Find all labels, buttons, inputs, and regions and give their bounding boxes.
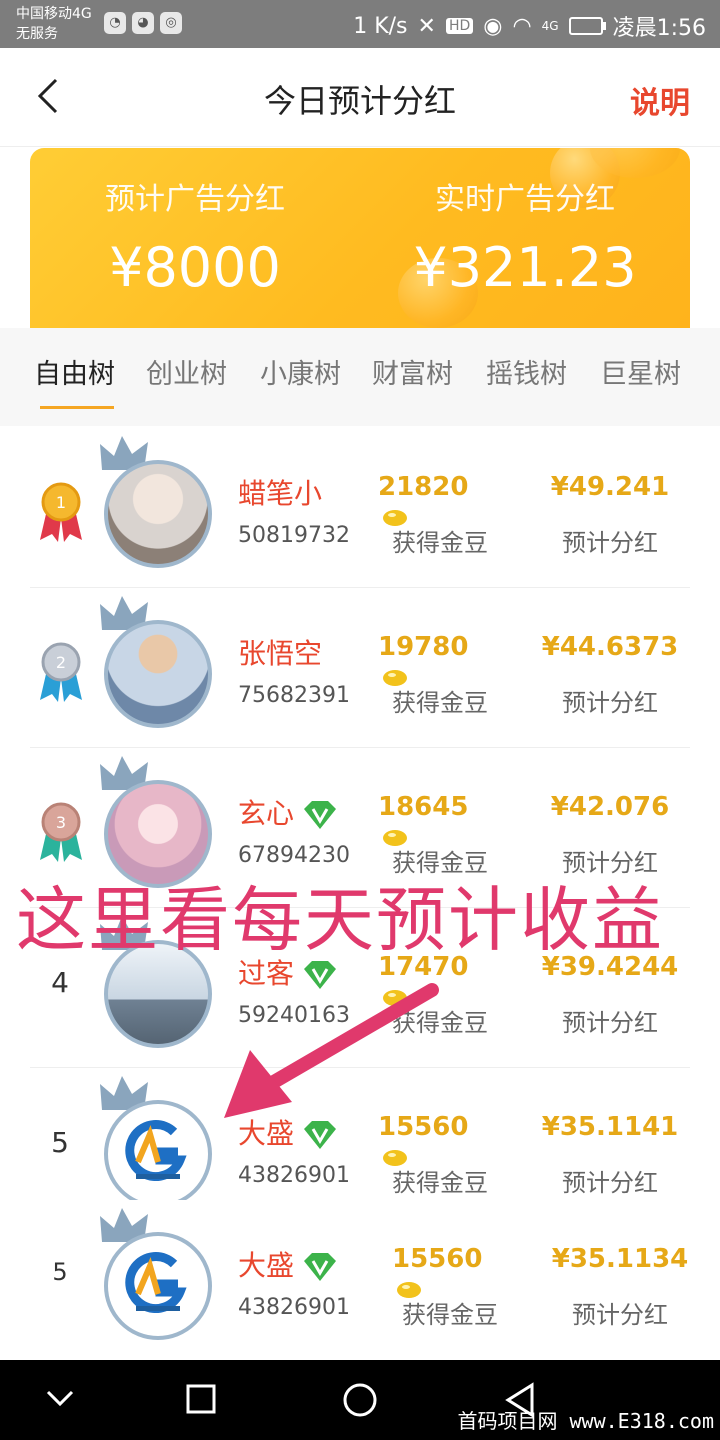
profit-value: ¥35.1141	[541, 1112, 679, 1142]
profit-value: ¥35.1134	[551, 1244, 689, 1274]
user-name: 大盛	[238, 1244, 338, 1284]
tab-star-tree[interactable]: 巨星树	[600, 352, 681, 391]
page-title: 今日预计分红	[263, 82, 456, 120]
avatar[interactable]	[104, 460, 212, 568]
profit-label: 预计分红	[562, 689, 658, 717]
ranking-row[interactable]: 5 大盛 43826901 15560 获得金豆 ¥35.1134 预计分红	[0, 1200, 720, 1360]
silver-medal-icon: 2	[40, 642, 82, 702]
bean-count-value: 21820	[378, 472, 469, 502]
explain-button[interactable]: 说明	[630, 78, 690, 122]
battery-icon	[568, 17, 606, 35]
tab-wealth-tree[interactable]: 财富树	[372, 352, 453, 391]
dividend-summary-banner: 预计广告分红 ¥8000 实时广告分红 ¥321.23	[30, 148, 690, 328]
app-notification-icon: ◎	[160, 12, 182, 34]
tab-startup-tree[interactable]: 创业树	[146, 352, 227, 391]
ranking-row[interactable]: 2 张悟空 75682391 19780 获得金豆 ¥44.6373 预计分红	[0, 588, 720, 748]
svg-text:2: 2	[56, 653, 66, 672]
annotation-text: 这里看每天预计收益	[16, 879, 664, 961]
avatar[interactable]	[104, 1232, 212, 1340]
estimated-dividend: 预计广告分红 ¥8000	[30, 174, 360, 299]
carrier-info: 中国移动4G 无服务	[16, 4, 92, 44]
rank-number: 5	[51, 1126, 69, 1159]
user-id: 43826901	[238, 1295, 350, 1320]
rank-number: 5	[52, 1258, 68, 1286]
user-name: 张悟空	[238, 637, 323, 670]
qq-icon: ◕	[132, 12, 154, 34]
status-right: 1 K/s ✕ HD ◉ ◠ 4G 凌晨1:56	[353, 10, 706, 42]
user-id: 75682391	[238, 683, 350, 708]
vip-diamond-icon	[304, 1253, 337, 1281]
signal-icon: 4G	[541, 19, 559, 33]
estimated-dividend-label: 预计广告分红	[105, 182, 285, 217]
tab-free-tree[interactable]: 自由树	[34, 352, 115, 391]
tab-comfort-tree[interactable]: 小康树	[260, 352, 341, 391]
active-tab-indicator	[40, 406, 114, 409]
estimated-dividend-value: ¥8000	[109, 236, 281, 299]
avatar[interactable]	[104, 620, 212, 728]
system-nav-bar: 首码项目网 www.E318.com	[0, 1360, 720, 1440]
bean-label: 获得金豆	[402, 1301, 498, 1329]
user-name: 蜡笔小	[238, 477, 323, 510]
gold-medal-icon: 1	[40, 482, 82, 542]
profit-label: 预计分红	[572, 1301, 668, 1329]
user-id: 50819732	[238, 523, 350, 548]
nav-header: 今日预计分红 说明	[0, 48, 720, 147]
company-logo-icon	[125, 1252, 187, 1313]
service-label: 无服务	[16, 26, 58, 42]
site-watermark: 首码项目网 www.E318.com	[457, 1409, 714, 1433]
profit-value: ¥42.076	[550, 792, 670, 822]
user-name: 玄心	[238, 792, 338, 832]
user-name-text: 玄心	[238, 797, 295, 830]
svg-text:3: 3	[56, 813, 66, 832]
clock: 凌晨1:56	[612, 16, 706, 41]
home-icon[interactable]	[342, 1382, 378, 1418]
tab-money-tree[interactable]: 摇钱树	[486, 352, 567, 391]
profit-label: 预计分红	[562, 1009, 658, 1037]
rank-number: 4	[51, 966, 69, 999]
company-logo-icon	[125, 1120, 187, 1181]
hd-icon: HD	[445, 18, 474, 34]
realtime-dividend-label: 实时广告分红	[435, 182, 615, 217]
bean-count-value: 15560	[392, 1244, 483, 1274]
mute-icon: ✕	[417, 13, 436, 39]
ranking-row[interactable]: 1 蜡笔小 50819732 21820 获得金豆 ¥49.241 预计分红	[0, 428, 720, 588]
vip-diamond-icon	[304, 801, 337, 829]
wifi-icon: ◠	[512, 13, 532, 39]
tree-tabs: 自由树 创业树 小康树 财富树 摇钱树 巨星树	[0, 328, 720, 426]
user-name-text: 大盛	[238, 1249, 295, 1282]
wechat-icon: ◔	[104, 12, 126, 34]
realtime-dividend-value: ¥321.23	[413, 236, 637, 299]
bean-count-value: 18645	[378, 792, 469, 822]
notification-icons: ◔ ◕ ◎	[104, 12, 182, 34]
user-id: 43826901	[238, 1163, 350, 1188]
svg-text:1: 1	[56, 493, 66, 512]
bronze-medal-icon: 3	[40, 802, 82, 862]
recent-apps-icon[interactable]	[186, 1384, 216, 1414]
realtime-dividend: 实时广告分红 ¥321.23	[360, 174, 690, 299]
bean-label: 获得金豆	[392, 1169, 488, 1197]
bean-count-value: 19780	[378, 632, 469, 662]
carrier-label: 中国移动4G	[16, 6, 92, 22]
profit-label: 预计分红	[562, 529, 658, 557]
profit-value: ¥44.6373	[541, 632, 679, 662]
network-speed: 1 K/s	[353, 13, 408, 39]
bean-label: 获得金豆	[392, 529, 488, 557]
bean-label: 获得金豆	[392, 689, 488, 717]
profit-value: ¥49.241	[550, 472, 670, 502]
annotation-arrow-icon	[224, 983, 439, 1118]
status-bar: 中国移动4G 无服务 ◔ ◕ ◎ 1 K/s ✕ HD ◉ ◠ 4G 凌晨1:5…	[0, 0, 720, 48]
profit-label: 预计分红	[562, 1169, 658, 1197]
chevron-down-icon[interactable]	[46, 1388, 74, 1408]
eye-icon: ◉	[483, 13, 503, 39]
avatar[interactable]	[104, 1100, 212, 1208]
